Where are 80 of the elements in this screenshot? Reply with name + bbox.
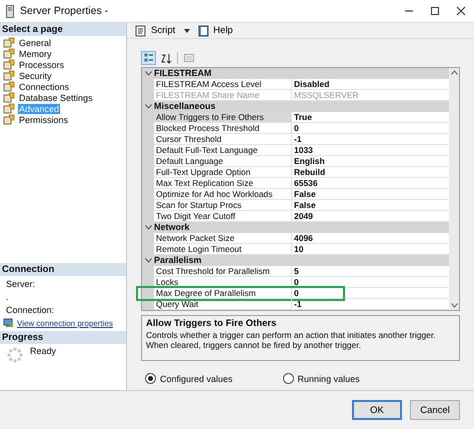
property-name[interactable]: Cursor Threshold [154, 134, 292, 145]
sidebar-item[interactable]: Security [18, 70, 53, 80]
dialog-button[interactable]: OK [352, 400, 402, 420]
radio-button[interactable] [282, 373, 294, 384]
categorized-icon[interactable] [141, 51, 156, 65]
sidebar-item[interactable]: Permissions [18, 114, 70, 124]
spinner-icon [6, 346, 24, 364]
property-value[interactable]: 0 [292, 123, 449, 134]
property-name[interactable]: Network Packet Size [154, 233, 292, 244]
radio-option[interactable]: Running values [282, 373, 360, 384]
caret-icon [184, 28, 190, 32]
panel-heading: Connection [0, 263, 126, 276]
property-name[interactable]: Default Full-Text Language [154, 145, 292, 156]
close-icon [456, 6, 466, 16]
property-name[interactable]: FILESTREAM Access Level [154, 79, 292, 90]
panel-heading: Select a page [0, 23, 126, 36]
category-header: Network [154, 222, 190, 233]
progress-status: Ready [30, 346, 56, 358]
sidebar-item[interactable]: Database Settings [18, 92, 94, 102]
property-name[interactable]: Locks [154, 277, 292, 288]
property-name[interactable]: Default Language [154, 156, 292, 167]
property-value[interactable]: 5 [292, 266, 449, 277]
property-value[interactable]: 65536 [292, 178, 449, 189]
scrollbar[interactable] [449, 68, 459, 310]
sidebar-item[interactable]: Processors [18, 60, 66, 70]
scroll-down-icon[interactable] [450, 303, 458, 308]
property-name[interactable]: Max Text Replication Size [154, 178, 292, 189]
radio-option[interactable]: Configured values [145, 373, 233, 384]
server-icon [6, 4, 14, 18]
connection-properties-link[interactable]: View connection properties [17, 318, 113, 328]
property-value[interactable]: 0 [292, 288, 449, 299]
page-icon [3, 81, 15, 92]
property-name[interactable]: Allow Triggers to Fire Others [154, 112, 292, 123]
maximize-icon [430, 6, 440, 16]
property-name[interactable]: Full-Text Upgrade Option [154, 167, 292, 178]
property-name[interactable]: Query Wait [154, 299, 292, 310]
page-icon [3, 59, 15, 70]
property-name[interactable]: Cost Threshold for Parallelism [154, 266, 292, 277]
panel-heading: Progress [0, 331, 126, 344]
property-name[interactable]: Scan for Startup Procs [154, 200, 292, 211]
page-icon [3, 92, 15, 103]
window-title: Server Properties - [20, 5, 110, 17]
page-icon [3, 70, 15, 81]
property-name[interactable]: Blocked Process Threshold [154, 123, 292, 134]
property-value[interactable]: 4096 [292, 233, 449, 244]
property-value[interactable]: Rebuild [292, 167, 449, 178]
page-icon [3, 103, 15, 114]
script-icon [135, 24, 148, 36]
property-value[interactable]: English [292, 156, 449, 167]
sidebar-item[interactable]: General [18, 38, 52, 48]
property-name[interactable]: Max Degree of Parallelism [154, 288, 292, 299]
property-value[interactable]: 1033 [292, 145, 449, 156]
scroll-up-icon[interactable] [450, 70, 458, 75]
page-icon [3, 37, 15, 48]
server-label: Server: [6, 279, 36, 289]
dialog-button[interactable]: Cancel [410, 400, 460, 420]
property-name[interactable]: Optimize for Ad hoc Workloads [154, 189, 292, 200]
sidebar-item[interactable]: Connections [18, 82, 70, 92]
category-header: FILESTREAM [154, 68, 212, 79]
property-value[interactable]: False [292, 189, 449, 200]
radio-button[interactable] [145, 373, 156, 384]
property-value[interactable]: -1 [292, 134, 449, 145]
connection-label: Connection: [6, 305, 56, 315]
help-button[interactable]: Help [196, 24, 235, 38]
category-header: Parallelism [154, 255, 202, 266]
help-book-icon [198, 24, 210, 36]
script-button[interactable]: Script [133, 24, 192, 38]
property-value[interactable]: -1 [292, 299, 449, 310]
description-title: Allow Triggers to Fire Others [146, 318, 278, 329]
monitor-icon [3, 318, 14, 328]
property-value[interactable]: False [292, 200, 449, 211]
property-value[interactable]: True [292, 112, 449, 123]
category-header: Miscellaneous [154, 101, 216, 112]
sort-alphabetical-icon[interactable] [159, 51, 174, 65]
sidebar-item[interactable]: Memory [18, 48, 53, 58]
server-value: . [6, 292, 10, 302]
page-icon [3, 48, 15, 59]
description-text: Controls whether a trigger can perform an action that initiates another trigger. When cleared, triggers cannot be fired by another trigger. [146, 330, 437, 350]
property-value[interactable]: Disabled [292, 79, 449, 90]
page-icon [3, 114, 15, 125]
